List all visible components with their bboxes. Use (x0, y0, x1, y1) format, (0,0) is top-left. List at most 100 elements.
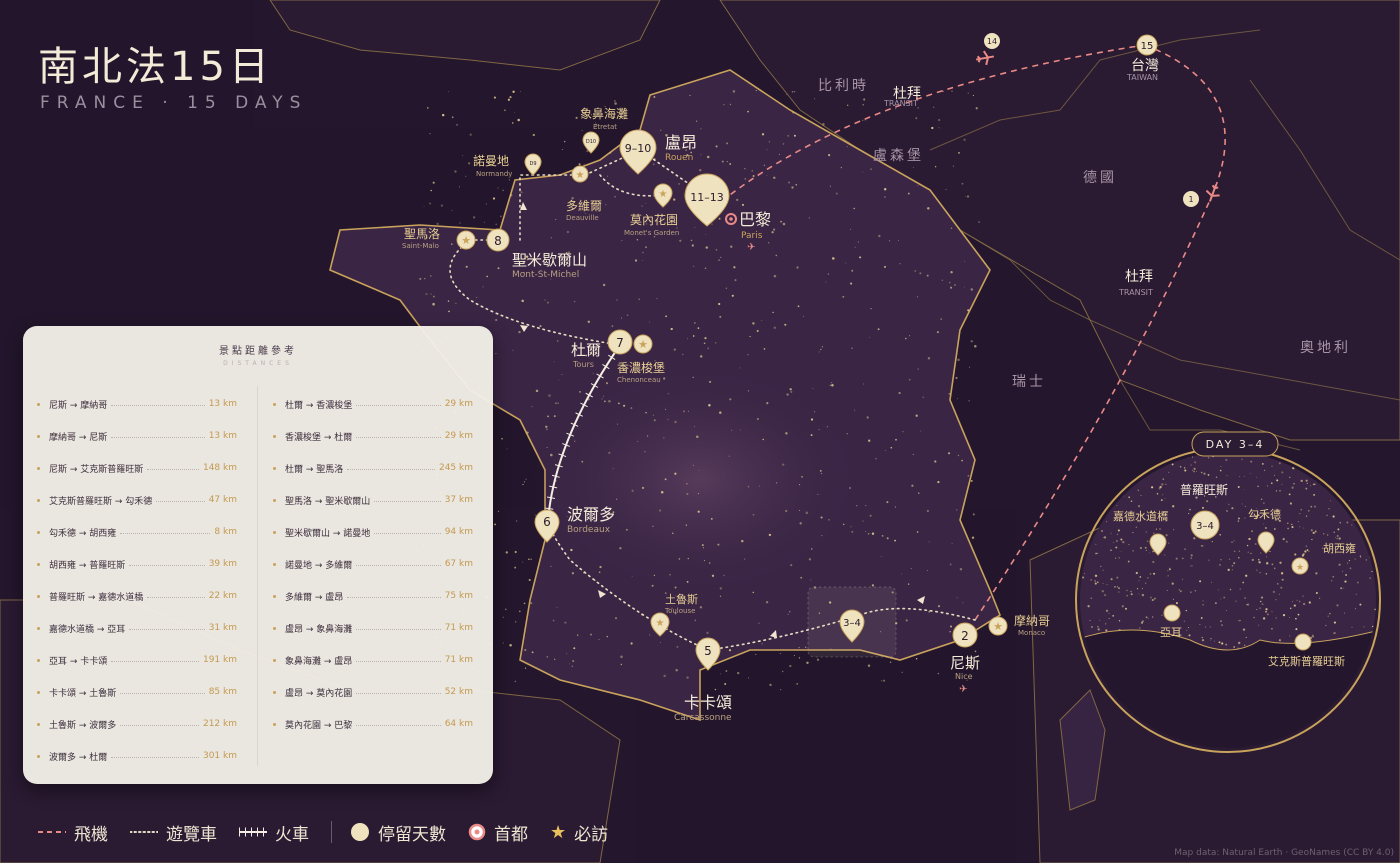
distance-row: 諾曼地 → 多維爾 67 km (273, 548, 473, 580)
svg-text:15: 15 (1141, 41, 1154, 52)
distance-km: 37 km (444, 495, 473, 505)
distance-km: 64 km (444, 719, 473, 729)
star-icon: ★ (656, 618, 665, 629)
leader-dots (356, 724, 441, 726)
bullet-dot (37, 594, 40, 598)
svg-text:TRANSIT: TRANSIT (883, 99, 918, 108)
bullet-dot (273, 434, 276, 438)
svg-text:8: 8 (494, 234, 502, 248)
distance-route: 諾曼地 → 多維爾 (285, 560, 353, 571)
distance-km: 22 km (208, 591, 237, 601)
svg-text:巴黎: 巴黎 (739, 210, 771, 229)
svg-text:香濃梭堡: 香濃梭堡 (617, 360, 665, 375)
leader-dots (111, 756, 199, 758)
distance-row: 尼斯 → 艾克斯普羅旺斯 148 km (37, 452, 237, 484)
distance-row: 普羅旺斯 → 嘉德水道橋 22 km (37, 580, 237, 612)
distance-km: 13 km (208, 399, 237, 409)
marker-montstmichel[interactable]: 聖米歇爾山 Mont-St-Michel (512, 251, 587, 280)
distance-row: 聖馬洛 → 聖米歇爾山 37 km (273, 484, 473, 516)
leader-dots (356, 692, 441, 694)
leader-dots (374, 500, 441, 502)
svg-text:11–13: 11–13 (690, 191, 724, 204)
distance-km: 75 km (444, 591, 473, 601)
svg-text:9–10: 9–10 (625, 142, 652, 155)
bullet-dot (37, 434, 40, 438)
bullet-dot (37, 530, 40, 534)
distance-km: 13 km (208, 431, 237, 441)
distance-km: 148 km (202, 463, 237, 473)
svg-text:Nice: Nice (955, 672, 973, 681)
distance-panel-title: 景點距離參考 (219, 346, 297, 357)
svg-text:杜拜: 杜拜 (1125, 269, 1153, 285)
distance-route: 卡卡頌 → 土魯斯 (49, 688, 117, 699)
svg-text:亞耳: 亞耳 (1160, 626, 1182, 639)
distance-route: 聖馬洛 → 聖米歇爾山 (285, 496, 371, 507)
bullet-dot (37, 562, 40, 566)
svg-text:Paris: Paris (741, 231, 763, 241)
distance-row: 盧昂 → 象鼻海灘 71 km (273, 612, 473, 644)
svg-text:5: 5 (704, 644, 712, 658)
svg-text:多維爾: 多維爾 (566, 199, 602, 213)
distance-row: 多維爾 → 盧昂 75 km (273, 580, 473, 612)
distance-route: 摩納哥 → 尼斯 (49, 432, 108, 443)
distance-route: 土魯斯 → 波爾多 (49, 720, 117, 731)
country-luxembourg: 盧森堡 (873, 148, 924, 164)
leader-dots (120, 692, 205, 694)
bullet-dot (273, 690, 276, 694)
leader-dots (111, 436, 205, 438)
svg-text:聖米歇爾山: 聖米歇爾山 (512, 251, 587, 269)
marker-deauville[interactable]: 多維爾 Deauville (566, 199, 602, 222)
svg-text:莫內花園: 莫內花園 (630, 212, 678, 227)
svg-text:象鼻海灘: 象鼻海灘 (580, 106, 628, 121)
svg-text:Carcassonne: Carcassonne (674, 713, 732, 723)
svg-text:胡西雍: 胡西雍 (1323, 541, 1356, 555)
svg-text:聖馬洛: 聖馬洛 (404, 226, 440, 241)
leader-dots (356, 436, 441, 438)
svg-text:2: 2 (961, 629, 969, 643)
svg-text:波爾多: 波爾多 (567, 505, 615, 524)
legend-must: ★ 必訪 (550, 821, 609, 845)
distance-route: 尼斯 → 摩納哥 (49, 400, 108, 411)
leader-dots (374, 532, 441, 534)
star-icon: ★ (550, 821, 567, 843)
distance-route: 波爾多 → 杜爾 (49, 752, 108, 763)
distance-row: 波爾多 → 杜爾 301 km (37, 740, 237, 772)
page-subtitle: FRANCE · 15 DAYS (40, 93, 308, 113)
bullet-dot (37, 754, 40, 758)
distance-row: 聖米歇爾山 → 諾曼地 94 km (273, 516, 473, 548)
leader-dots (356, 564, 441, 566)
distance-route: 盧昂 → 莫內花園 (285, 688, 353, 699)
bullet-dot (273, 498, 276, 502)
distance-row: 勾禾德 → 胡西雍 8 km (37, 516, 237, 548)
distance-list-right: 杜爾 → 香濃梭堡 29 km 香濃梭堡 → 杜爾 29 km 杜爾 → 聖馬洛 245 … (273, 388, 473, 740)
leader-dots (347, 596, 441, 598)
inset-region: 普羅旺斯 (1180, 483, 1228, 497)
bullet-dot (37, 466, 40, 470)
distance-km: 301 km (202, 751, 237, 761)
distance-row: 杜爾 → 聖馬洛 245 km (273, 452, 473, 484)
bullet-dot (37, 402, 40, 406)
bullet-dot (273, 530, 276, 534)
leader-dots (147, 596, 205, 598)
svg-text:3–4: 3–4 (843, 618, 861, 629)
svg-text:TAIWAN: TAIWAN (1126, 73, 1158, 82)
leader-dots (129, 564, 205, 566)
leader-dots (156, 500, 205, 502)
svg-text:Toulouse: Toulouse (664, 607, 695, 615)
svg-text:Monet's Garden: Monet's Garden (624, 229, 679, 237)
svg-text:尼斯: 尼斯 (950, 654, 980, 672)
marker-provence[interactable]: 3–4 (807, 586, 897, 658)
star-icon: ★ (576, 170, 585, 181)
distance-route: 勾禾德 → 胡西雍 (49, 528, 117, 539)
svg-text:Deauville: Deauville (566, 214, 599, 222)
star-icon: ★ (461, 234, 471, 247)
distance-km: 67 km (444, 559, 473, 569)
svg-text:諾曼地: 諾曼地 (473, 153, 509, 168)
distance-row: 摩納哥 → 尼斯 13 km (37, 420, 237, 452)
distance-row: 盧昂 → 莫內花園 52 km (273, 676, 473, 708)
svg-text:Mont-St-Michel: Mont-St-Michel (512, 270, 579, 280)
bullet-dot (273, 594, 276, 598)
country-belgium: 比利時 (818, 78, 869, 94)
distance-route: 普羅旺斯 → 嘉德水道橋 (49, 592, 144, 603)
leader-dots (120, 532, 211, 534)
